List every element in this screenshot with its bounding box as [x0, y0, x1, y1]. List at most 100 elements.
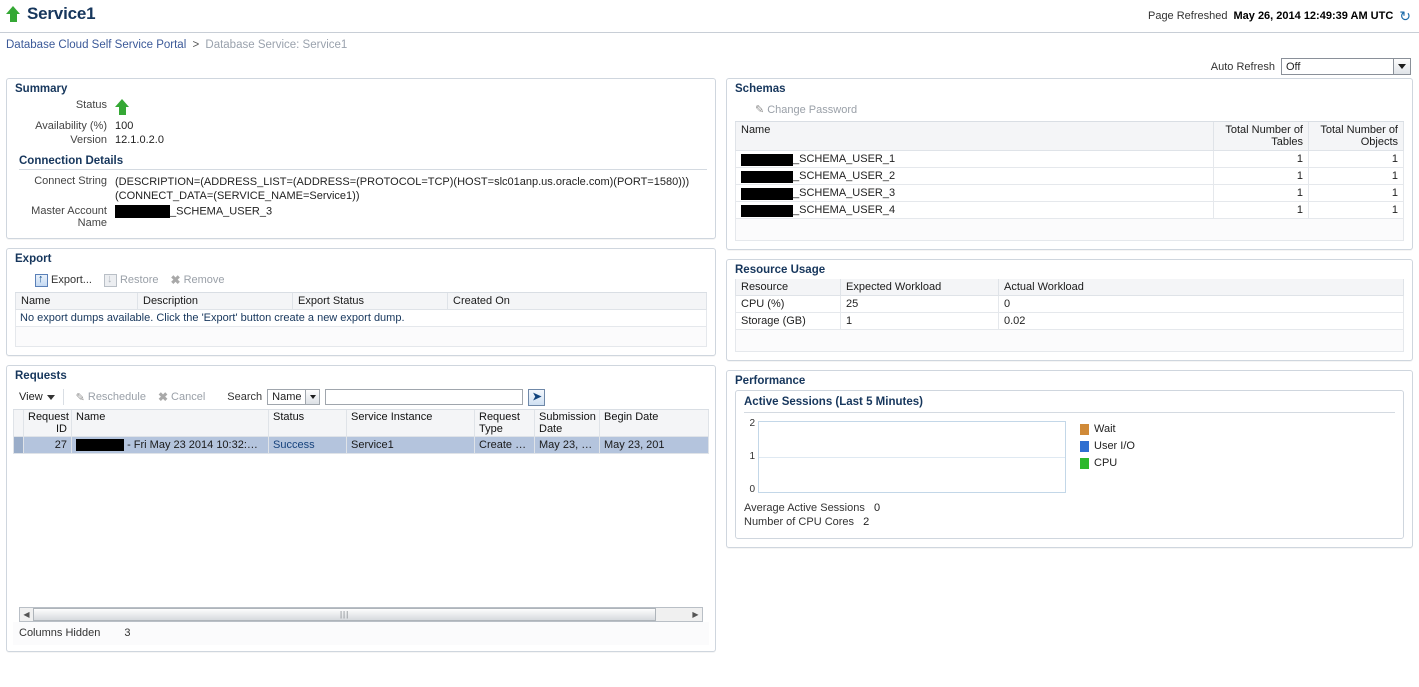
restore-button-label: Restore [119, 274, 159, 286]
table-row[interactable]: _SCHEMA_USER_4 1 1 [735, 201, 1404, 219]
schema-tables: 1 [1213, 150, 1309, 168]
page-refreshed-label: Page Refreshed [1147, 10, 1228, 22]
schema-name-cell: _SCHEMA_USER_3 [735, 184, 1214, 202]
chevron-down-icon [46, 394, 55, 400]
summary-panel: Summary Status Availability (%) 100 Vers [6, 78, 716, 239]
table-row[interactable]: _SCHEMA_USER_1 1 1 [735, 150, 1404, 168]
view-menu-button[interactable]: View [19, 389, 64, 405]
auto-refresh-select[interactable]: Off [1281, 58, 1411, 75]
schema-tables: 1 [1213, 201, 1309, 219]
row-service-instance: Service1 [346, 435, 475, 455]
requests-col-submission-date[interactable]: Submission Date [534, 410, 600, 437]
remove-x-icon: ✖ [170, 273, 181, 287]
requests-col-request-type[interactable]: Request Type [474, 410, 535, 437]
legend-item-wait[interactable]: Wait [1080, 423, 1135, 435]
schema-objects: 1 [1308, 184, 1404, 202]
legend-item-user-io[interactable]: User I/O [1080, 440, 1135, 452]
scroll-left-arrow-icon[interactable]: ◀ [20, 610, 33, 619]
scroll-right-arrow-icon[interactable]: ▶ [689, 610, 702, 619]
master-account-value-cell: _SCHEMA_USER_3 [115, 204, 689, 230]
avg-active-sessions-label: Average Active Sessions [744, 502, 865, 514]
chart-plot[interactable] [758, 421, 1066, 493]
redaction-block [741, 187, 793, 200]
schema-name: _SCHEMA_USER_1 [793, 153, 896, 165]
resource-col-resource: Resource [735, 279, 841, 296]
resource-name: CPU (%) [735, 295, 841, 313]
search-input[interactable] [325, 389, 524, 405]
row-selector-cell[interactable] [13, 435, 24, 455]
scrollbar-track[interactable]: ||| [33, 608, 689, 622]
resource-expected: 25 [840, 295, 999, 313]
redaction-block [115, 205, 170, 218]
schemas-grid: Name Total Number of Tables Total Number… [735, 122, 1404, 219]
table-row[interactable]: 27 - Fri May 23 2014 10:32:32 UTC_CREA..… [13, 435, 709, 455]
schemas-panel: Schemas ✎ Change Password Name Total Num… [726, 78, 1413, 250]
table-row[interactable]: _SCHEMA_USER_3 1 1 [735, 184, 1404, 202]
cancel-button[interactable]: ✖ Cancel [154, 388, 213, 406]
connection-details-divider [19, 169, 707, 170]
summary-version-value: 12.1.0.2.0 [115, 134, 164, 146]
requests-col-service-instance[interactable]: Service Instance [346, 410, 475, 437]
row-name: - Fri May 23 2014 10:32:32 UTC_CREA... [71, 435, 269, 455]
schemas-col-tables[interactable]: Total Number of Tables [1213, 122, 1309, 151]
auto-refresh-label: Auto Refresh [1210, 60, 1275, 73]
requests-col-begin-date[interactable]: Begin Date [599, 410, 709, 437]
export-grid-filler [15, 327, 707, 347]
requests-body: View ✎ Reschedule ✖ Cancel Search Name ➤… [7, 385, 715, 651]
reschedule-button-label: Reschedule [87, 391, 146, 403]
connection-details-title: Connection Details [19, 155, 124, 167]
table-row: Storage (GB) 1 0.02 [735, 312, 1404, 330]
summary-availability-value: 100 [115, 120, 134, 132]
requests-col-request-id[interactable]: Request ID [23, 410, 72, 437]
columns-hidden-value: 3 [124, 627, 131, 640]
resource-name: Storage (GB) [735, 312, 841, 330]
requests-col-status[interactable]: Status [268, 410, 347, 437]
summary-body: Status Availability (%) 100 Version 12.1… [7, 98, 715, 238]
chevron-down-icon[interactable] [305, 390, 320, 404]
active-sessions-divider [744, 412, 1395, 413]
breadcrumb-root-link[interactable]: Database Cloud Self Service Portal [6, 39, 186, 51]
legend-swatch-user-io-icon [1080, 440, 1089, 452]
view-menu-label: View [19, 391, 43, 403]
change-password-button[interactable]: ✎ Change Password [751, 101, 865, 118]
resource-usage-grid: Resource Expected Workload Actual Worklo… [735, 279, 1404, 330]
reschedule-button[interactable]: ✎ Reschedule [72, 389, 154, 406]
requests-horizontal-scrollbar[interactable]: ◀ ||| ▶ [19, 607, 703, 623]
export-empty-row: No export dumps available. Click the 'Ex… [15, 309, 707, 327]
schema-name: _SCHEMA_USER_4 [793, 204, 896, 216]
export-col-name[interactable]: Name [15, 293, 138, 310]
scrollbar-thumb[interactable]: ||| [33, 608, 657, 622]
schemas-col-objects[interactable]: Total Number of Objects [1308, 122, 1404, 151]
schema-name-cell: _SCHEMA_USER_4 [735, 201, 1214, 219]
export-button[interactable]: Export... [31, 272, 100, 289]
schemas-body: ✎ Change Password Name Total Number of T… [727, 98, 1412, 241]
chart-plot-area: 2 1 0 [744, 419, 1066, 495]
search-go-button[interactable]: ➤ [528, 388, 546, 406]
row-name-text: - Fri May 23 2014 10:32:32 UTC_CREA... [127, 439, 267, 451]
page-refresh-info: Page Refreshed May 26, 2014 12:49:39 AM … [1148, 9, 1411, 23]
table-row[interactable]: _SCHEMA_USER_2 1 1 [735, 167, 1404, 185]
performance-stats: Average Active Sessions 0 Number of CPU … [744, 493, 1395, 529]
schema-name: _SCHEMA_USER_2 [793, 170, 896, 182]
schemas-col-name[interactable]: Name [735, 122, 1214, 151]
export-col-status[interactable]: Export Status [292, 293, 448, 310]
schema-name: _SCHEMA_USER_3 [793, 187, 896, 199]
chevron-down-icon[interactable] [1393, 59, 1410, 74]
row-status[interactable]: Success [268, 435, 347, 455]
restore-button[interactable]: Restore [100, 272, 167, 289]
requests-col-name[interactable]: Name [71, 410, 269, 437]
legend-item-cpu[interactable]: CPU [1080, 457, 1135, 469]
legend-swatch-cpu-icon [1080, 457, 1089, 469]
breadcrumb: Database Cloud Self Service Portal > Dat… [0, 33, 1419, 56]
search-field-select[interactable]: Name [267, 389, 321, 405]
master-account-label: Master Account Name [31, 205, 107, 229]
export-col-created-on[interactable]: Created On [447, 293, 707, 310]
remove-button[interactable]: ✖ Remove [167, 271, 233, 289]
performance-panel: Performance Active Sessions (Last 5 Minu… [726, 370, 1413, 548]
chart-gridline [759, 457, 1065, 458]
summary-availability-label: Availability (%) [35, 120, 107, 132]
refresh-icon[interactable]: ↻ [1399, 9, 1411, 23]
active-sessions-chart: 2 1 0 Wait User I/O CPU [744, 419, 1395, 495]
export-col-description[interactable]: Description [137, 293, 293, 310]
row-request-id: 27 [23, 435, 72, 455]
